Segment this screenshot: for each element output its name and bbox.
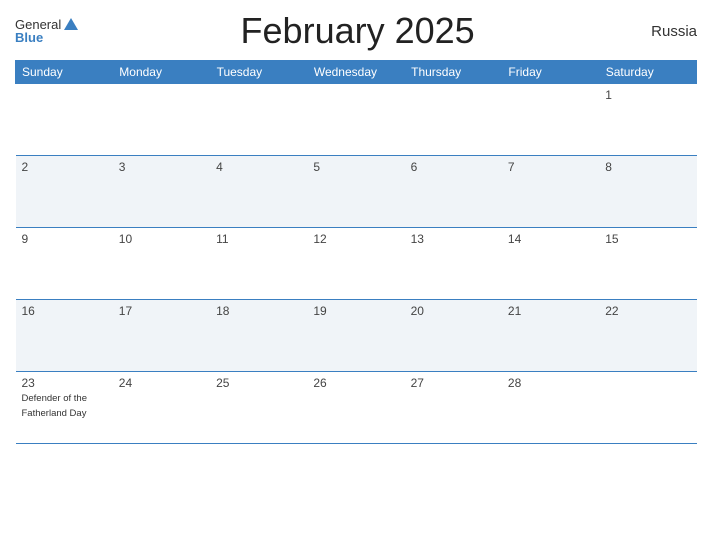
day-cell: 28 xyxy=(502,372,599,444)
day-cell: 5 xyxy=(307,156,404,228)
day-number: 26 xyxy=(313,376,398,390)
day-cell: 6 xyxy=(405,156,502,228)
day-number: 17 xyxy=(119,304,204,318)
day-cell: 14 xyxy=(502,228,599,300)
country-label: Russia xyxy=(637,23,697,40)
day-cell: 11 xyxy=(210,228,307,300)
day-cell: 22 xyxy=(599,300,696,372)
day-cell: 7 xyxy=(502,156,599,228)
day-cell xyxy=(599,372,696,444)
day-number: 4 xyxy=(216,160,301,174)
day-number: 8 xyxy=(605,160,690,174)
weekday-header-wednesday: Wednesday xyxy=(307,61,404,84)
day-cell: 21 xyxy=(502,300,599,372)
logo: General Blue xyxy=(15,18,78,44)
weekday-header-row: SundayMondayTuesdayWednesdayThursdayFrid… xyxy=(16,61,697,84)
day-cell xyxy=(113,84,210,156)
weekday-header-thursday: Thursday xyxy=(405,61,502,84)
day-number: 23 xyxy=(22,376,107,390)
holiday-label: Defender of the Fatherland Day xyxy=(22,393,88,419)
day-number: 20 xyxy=(411,304,496,318)
day-cell: 3 xyxy=(113,156,210,228)
day-cell: 20 xyxy=(405,300,502,372)
day-number: 11 xyxy=(216,232,301,246)
week-row-3: 9 10 11 12 13 14 15 xyxy=(16,228,697,300)
day-cell: 18 xyxy=(210,300,307,372)
day-number: 21 xyxy=(508,304,593,318)
week-row-5: 23 Defender of the Fatherland Day 24 25 26 27… xyxy=(16,372,697,444)
day-number: 25 xyxy=(216,376,301,390)
day-cell xyxy=(405,84,502,156)
weekday-header-tuesday: Tuesday xyxy=(210,61,307,84)
day-cell: 8 xyxy=(599,156,696,228)
day-number: 15 xyxy=(605,232,690,246)
day-cell: 2 xyxy=(16,156,113,228)
calendar-container: General Blue February 2025 Russia Sunday… xyxy=(0,0,712,550)
calendar-header: General Blue February 2025 Russia xyxy=(15,10,697,52)
day-cell: 23 Defender of the Fatherland Day xyxy=(16,372,113,444)
day-cell: 13 xyxy=(405,228,502,300)
day-cell xyxy=(210,84,307,156)
day-number: 13 xyxy=(411,232,496,246)
day-cell: 4 xyxy=(210,156,307,228)
day-cell: 19 xyxy=(307,300,404,372)
day-number: 12 xyxy=(313,232,398,246)
calendar-title: February 2025 xyxy=(78,10,637,52)
week-row-1: 1 xyxy=(16,84,697,156)
day-cell xyxy=(502,84,599,156)
day-cell: 26 xyxy=(307,372,404,444)
day-cell xyxy=(307,84,404,156)
day-number: 16 xyxy=(22,304,107,318)
day-number: 27 xyxy=(411,376,496,390)
day-number: 19 xyxy=(313,304,398,318)
day-number: 28 xyxy=(508,376,593,390)
day-number: 22 xyxy=(605,304,690,318)
day-cell: 16 xyxy=(16,300,113,372)
day-cell: 24 xyxy=(113,372,210,444)
week-row-4: 16 17 18 19 20 21 22 xyxy=(16,300,697,372)
day-cell: 17 xyxy=(113,300,210,372)
day-number: 24 xyxy=(119,376,204,390)
day-number: 10 xyxy=(119,232,204,246)
day-number: 2 xyxy=(22,160,107,174)
day-number: 7 xyxy=(508,160,593,174)
day-cell: 27 xyxy=(405,372,502,444)
day-number: 9 xyxy=(22,232,107,246)
weekday-header-saturday: Saturday xyxy=(599,61,696,84)
day-number: 14 xyxy=(508,232,593,246)
week-row-2: 2345678 xyxy=(16,156,697,228)
weekday-header-friday: Friday xyxy=(502,61,599,84)
day-cell: 15 xyxy=(599,228,696,300)
calendar-table: SundayMondayTuesdayWednesdayThursdayFrid… xyxy=(15,60,697,444)
day-cell: 1 xyxy=(599,84,696,156)
day-cell: 25 xyxy=(210,372,307,444)
day-number: 1 xyxy=(605,88,690,102)
weekday-header-monday: Monday xyxy=(113,61,210,84)
logo-triangle-icon xyxy=(64,18,78,30)
weekday-header-sunday: Sunday xyxy=(16,61,113,84)
logo-blue-text: Blue xyxy=(15,31,43,44)
day-number: 18 xyxy=(216,304,301,318)
day-cell: 10 xyxy=(113,228,210,300)
day-number: 5 xyxy=(313,160,398,174)
day-cell: 12 xyxy=(307,228,404,300)
day-cell: 9 xyxy=(16,228,113,300)
day-number: 6 xyxy=(411,160,496,174)
day-cell xyxy=(16,84,113,156)
day-number: 3 xyxy=(119,160,204,174)
